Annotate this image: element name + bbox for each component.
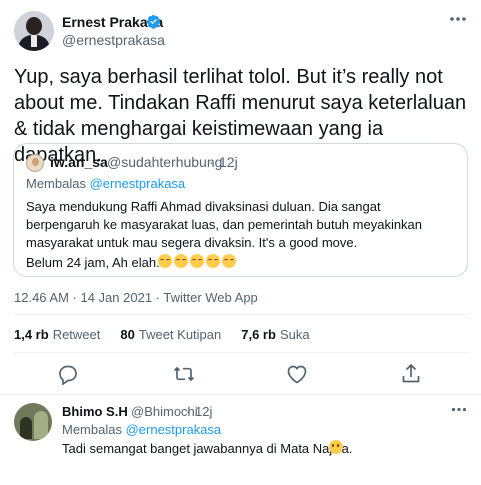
quoted-author-avatar (26, 154, 44, 172)
quoted-tweet-card[interactable]: iw.an_sa @sudahterhubung · 12j Membalas … (13, 143, 468, 277)
reply-author-avatar[interactable] (14, 403, 52, 441)
divider (14, 314, 469, 315)
quote-tweets-stat[interactable]: 80 Tweet Kutipan (120, 327, 221, 342)
quoted-author-handle: @sudahterhubung (107, 154, 223, 170)
likes-count: 7,6 rb (241, 327, 276, 342)
retweets-count: 1,4 rb (14, 327, 49, 342)
engagement-stats: 1,4 rb Retweet 80 Tweet Kutipan 7,6 rb Suka (14, 327, 310, 342)
verified-badge-icon (146, 14, 161, 29)
quote-tweets-count: 80 (120, 327, 135, 342)
relieved-face-icon (190, 254, 204, 268)
more-options-icon[interactable] (451, 407, 467, 412)
relieved-emoji-row (158, 254, 236, 268)
quoted-tweet-text: Saya mendukung Raffi Ahmad divaksinasi d… (26, 199, 423, 250)
retweets-stat[interactable]: 1,4 rb Retweet (14, 327, 100, 342)
retweets-label: Retweet (52, 327, 101, 342)
tweet-action-bar (0, 362, 481, 388)
more-options-icon[interactable] (449, 16, 467, 22)
relieved-face-icon (158, 254, 172, 268)
divider (0, 394, 481, 395)
divider (14, 352, 469, 353)
reply-icon[interactable] (56, 362, 80, 386)
reply-prefix: Membalas (26, 176, 90, 191)
relieved-face-icon (206, 254, 220, 268)
separator-dot: · (186, 404, 191, 419)
reply-context: Membalas @ernestprakasa (62, 422, 221, 437)
author-avatar[interactable] (14, 11, 54, 51)
likes-stat[interactable]: 7,6 rb Suka (241, 327, 309, 342)
reply-text: Tadi semangat banget jawabannya di Mata … (62, 441, 353, 456)
quote-tweets-label: Tweet Kutipan (138, 327, 222, 342)
share-icon[interactable] (399, 362, 423, 386)
retweet-icon[interactable] (172, 362, 196, 386)
quoted-author-name: iw.an_sa (50, 154, 108, 170)
quoted-tweet-tail: Belum 24 jam, Ah elah. (26, 255, 160, 270)
reply-author-name[interactable]: Bhimo S.H (62, 404, 128, 419)
quoted-reply-context: Membalas @ernestprakasa (26, 176, 185, 191)
relieved-face-icon (174, 254, 188, 268)
reply-prefix: Membalas (62, 422, 126, 437)
relieved-face-icon (222, 254, 236, 268)
likes-label: Suka (279, 327, 310, 342)
mention-link[interactable]: @ernestprakasa (126, 422, 222, 437)
hushed-face-icon (329, 440, 343, 454)
mention-link[interactable]: @ernestprakasa (90, 176, 186, 191)
quoted-tweet-time: 12j (219, 154, 238, 170)
author-handle[interactable]: @ernestprakasa (62, 32, 165, 48)
tweet-timestamp[interactable]: 12.46 AM · 14 Jan 2021 · Twitter Web App (14, 290, 258, 305)
reply-time[interactable]: 12j (195, 404, 212, 419)
like-icon[interactable] (285, 362, 309, 386)
separator-dot: · (209, 154, 214, 170)
